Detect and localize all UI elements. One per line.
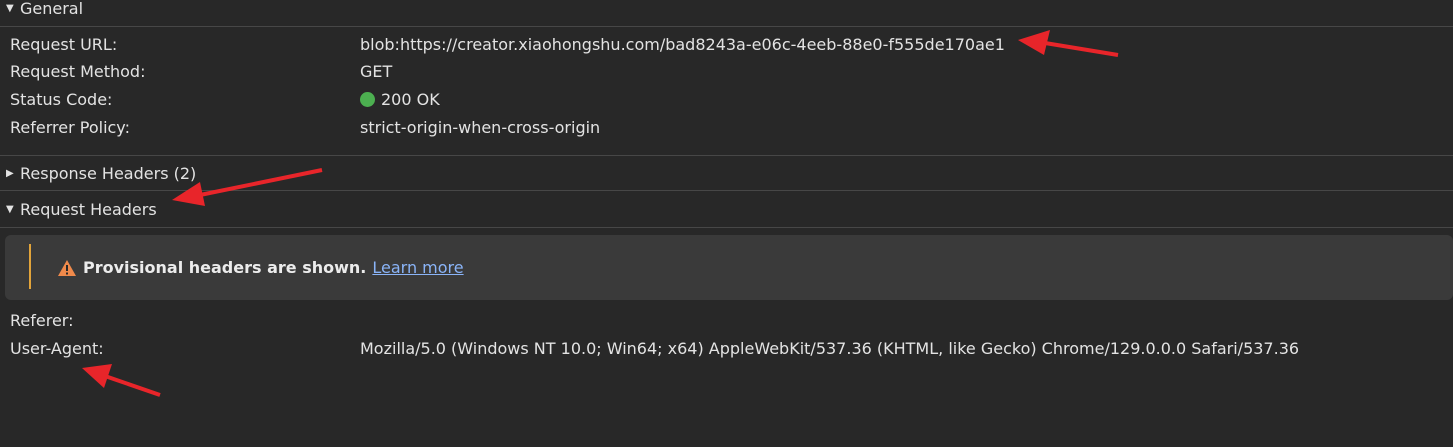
row-value[interactable]: GET (360, 62, 392, 81)
general-row-request-url: Request URL: blob:https://creator.xiaoho… (10, 31, 1453, 57)
caret-down-icon: ▼ (6, 2, 14, 14)
divider (0, 155, 1453, 156)
row-key: Request URL: (10, 34, 118, 54)
row-key: Referrer Policy: (10, 117, 130, 137)
warning-icon (57, 259, 77, 277)
caret-right-icon: ▶ (6, 167, 14, 179)
warning-accent-bar (29, 244, 31, 289)
caret-down-icon: ▼ (6, 203, 14, 215)
general-row-referrer-policy: Referrer Policy: strict-origin-when-cros… (10, 114, 1453, 140)
row-key: Referer: (10, 310, 74, 330)
general-section-header[interactable]: ▼ General (0, 0, 1453, 20)
annotation-arrow-3-head (82, 364, 112, 388)
row-value[interactable]: blob:https://creator.xiaohongshu.com/bad… (360, 35, 1005, 54)
request-row-user-agent: User-Agent: Mozilla/5.0 (Windows NT 10.0… (10, 335, 1453, 361)
divider (0, 190, 1453, 191)
status-text[interactable]: 200 OK (381, 90, 440, 109)
divider (0, 227, 1453, 228)
general-row-status-code: Status Code: 200 OK (10, 86, 1453, 112)
row-key: User-Agent: (10, 338, 104, 358)
annotation-arrow-3 (104, 374, 161, 397)
provisional-headers-warning: Provisional headers are shown. Learn mor… (5, 235, 1453, 300)
divider (0, 26, 1453, 27)
request-headers-title: Request Headers (20, 199, 157, 219)
response-headers-title: Response Headers (2) (20, 163, 197, 183)
row-key: Request Method: (10, 61, 146, 81)
status-ok-icon (360, 91, 375, 107)
general-row-request-method: Request Method: GET (10, 58, 1453, 84)
row-key: Status Code: (10, 89, 113, 109)
row-value[interactable]: strict-origin-when-cross-origin (360, 118, 600, 137)
row-value[interactable]: Mozilla/5.0 (Windows NT 10.0; Win64; x64… (360, 339, 1299, 358)
request-headers-section-header[interactable]: ▼ Request Headers (0, 197, 1453, 221)
row-value-status: 200 OK (360, 90, 440, 109)
request-row-referer: Referer: (10, 307, 1453, 333)
response-headers-section-header[interactable]: ▶ Response Headers (2) (0, 161, 1453, 185)
general-title: General (20, 0, 84, 18)
warning-text: Provisional headers are shown. (83, 258, 367, 277)
learn-more-link[interactable]: Learn more (372, 258, 463, 277)
